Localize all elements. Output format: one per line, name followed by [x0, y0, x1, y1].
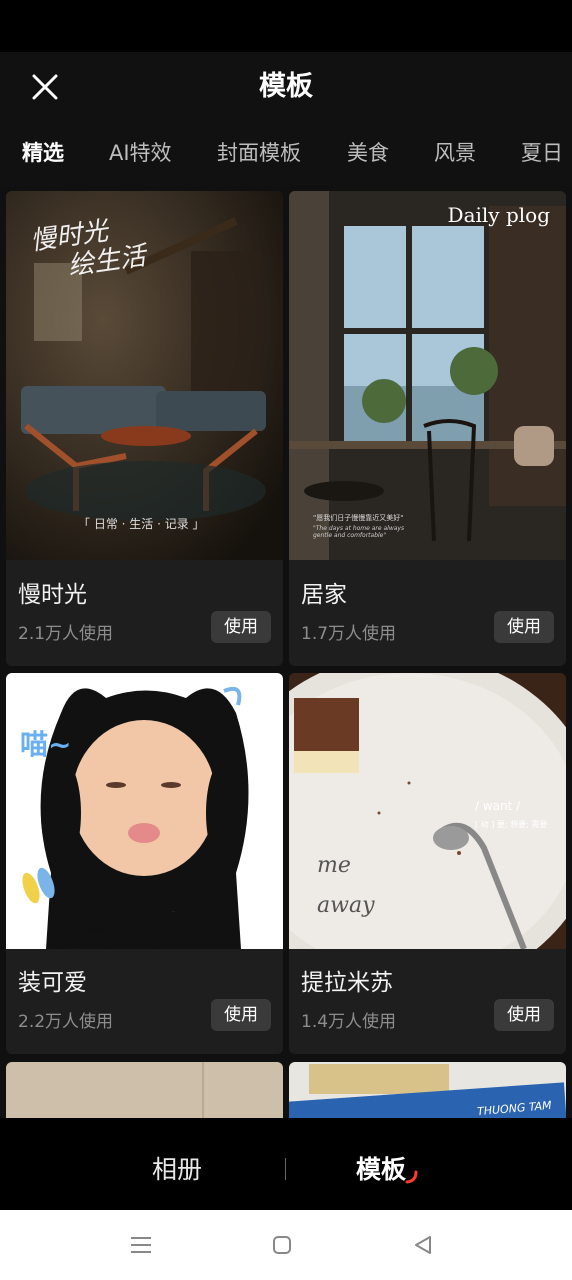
tab-scenery[interactable]: 风景 — [434, 122, 476, 186]
tab-food[interactable]: 美食 — [347, 122, 389, 186]
usage-count: 2.2万人使用 — [18, 1012, 114, 1032]
category-tabs: 精选 AI特效 封面模板 美食 风景 夏日 — [0, 122, 572, 186]
thumbnail-caption: 喵~ — [20, 728, 72, 761]
tab-divider — [285, 1158, 286, 1180]
thumbnail-caption: "The days at home are always gentle and … — [313, 525, 405, 539]
bottom-tab-bar: 相册 模板 — [0, 1130, 572, 1210]
template-thumbnail[interactable]: Daily plog "愿我们日子慢慢靠近又美好" "The days at h… — [289, 191, 566, 560]
template-thumbnail[interactable]: THUONG TAM — [289, 1062, 566, 1118]
thumbnail-caption: Daily plog — [447, 203, 550, 227]
template-title: 装可爱 — [18, 970, 87, 996]
tab-template-label: 模板 — [356, 1155, 407, 1184]
thumbnail-caption: away — [317, 893, 375, 918]
thumbnail-caption: [ 动 ] 要; 想要; 需要 — [475, 820, 548, 829]
page-title: 模板 — [259, 71, 313, 102]
template-card[interactable]: THUONG TAM — [289, 1062, 566, 1118]
menu-button[interactable] — [126, 1230, 156, 1260]
system-navigation-bar — [0, 1210, 572, 1280]
back-icon — [415, 1236, 431, 1254]
use-template-button[interactable]: 使用 — [494, 611, 554, 643]
template-title: 居家 — [301, 582, 347, 608]
template-title: 慢时光 — [18, 582, 87, 608]
template-thumbnail[interactable]: / want / [ 动 ] 要; 想要; 需要 me away — [289, 673, 566, 949]
use-template-button[interactable]: 使用 — [211, 611, 271, 643]
use-template-button[interactable]: 使用 — [211, 999, 271, 1031]
menu-icon — [131, 1237, 151, 1253]
usage-count: 1.4万人使用 — [301, 1012, 397, 1032]
app-header: 模板 — [0, 52, 572, 122]
template-thumbnail[interactable]: 慢时光 绘生活 「 日常 · 生活 · 记录 」 — [6, 191, 283, 560]
window-room-image — [289, 191, 566, 560]
thumbnail-caption: me — [317, 853, 351, 878]
template-card[interactable]: 喵~ 装可爱 装可爱 2.2万人使用 使用 — [6, 673, 283, 1054]
home-button[interactable] — [267, 1230, 297, 1260]
use-template-button[interactable]: 使用 — [494, 999, 554, 1031]
back-button[interactable] — [408, 1230, 438, 1260]
template-card[interactable]: Daily plog "愿我们日子慢慢靠近又美好" "The days at h… — [289, 191, 566, 666]
usage-count: 1.7万人使用 — [301, 624, 397, 644]
thumbnail-caption: 装可爱 — [53, 897, 214, 950]
thumbnail-caption: / want / — [475, 799, 521, 813]
tab-ai-effects[interactable]: AI特效 — [109, 122, 172, 186]
tab-album[interactable]: 相册 — [152, 1130, 202, 1210]
tab-summer[interactable]: 夏日 — [521, 122, 563, 186]
template-thumbnail[interactable]: 喵~ 装可爱 — [6, 673, 283, 949]
template-card[interactable]: 慢时光 绘生活 「 日常 · 生活 · 记录 」 慢时光 2.1万人使用 使用 — [6, 191, 283, 666]
template-card[interactable] — [6, 1062, 283, 1118]
tab-template[interactable]: 模板 — [356, 1130, 418, 1210]
active-indicator-icon — [405, 1170, 418, 1184]
thumbnail-caption: 「 日常 · 生活 · 记录 」 — [78, 517, 205, 531]
template-title: 提拉米苏 — [301, 970, 393, 996]
template-thumbnail[interactable] — [6, 1062, 283, 1118]
home-icon — [273, 1236, 291, 1254]
template-grid: 慢时光 绘生活 「 日常 · 生活 · 记录 」 慢时光 2.1万人使用 使用 — [0, 186, 572, 1118]
status-bar — [0, 0, 572, 52]
template-card[interactable]: / want / [ 动 ] 要; 想要; 需要 me away 提拉米苏 1.… — [289, 673, 566, 1054]
usage-count: 2.1万人使用 — [18, 624, 114, 644]
tab-cover-templates[interactable]: 封面模板 — [217, 122, 301, 186]
tab-featured[interactable]: 精选 — [22, 122, 64, 186]
thumbnail-caption: "愿我们日子慢慢靠近又美好" — [313, 514, 404, 522]
